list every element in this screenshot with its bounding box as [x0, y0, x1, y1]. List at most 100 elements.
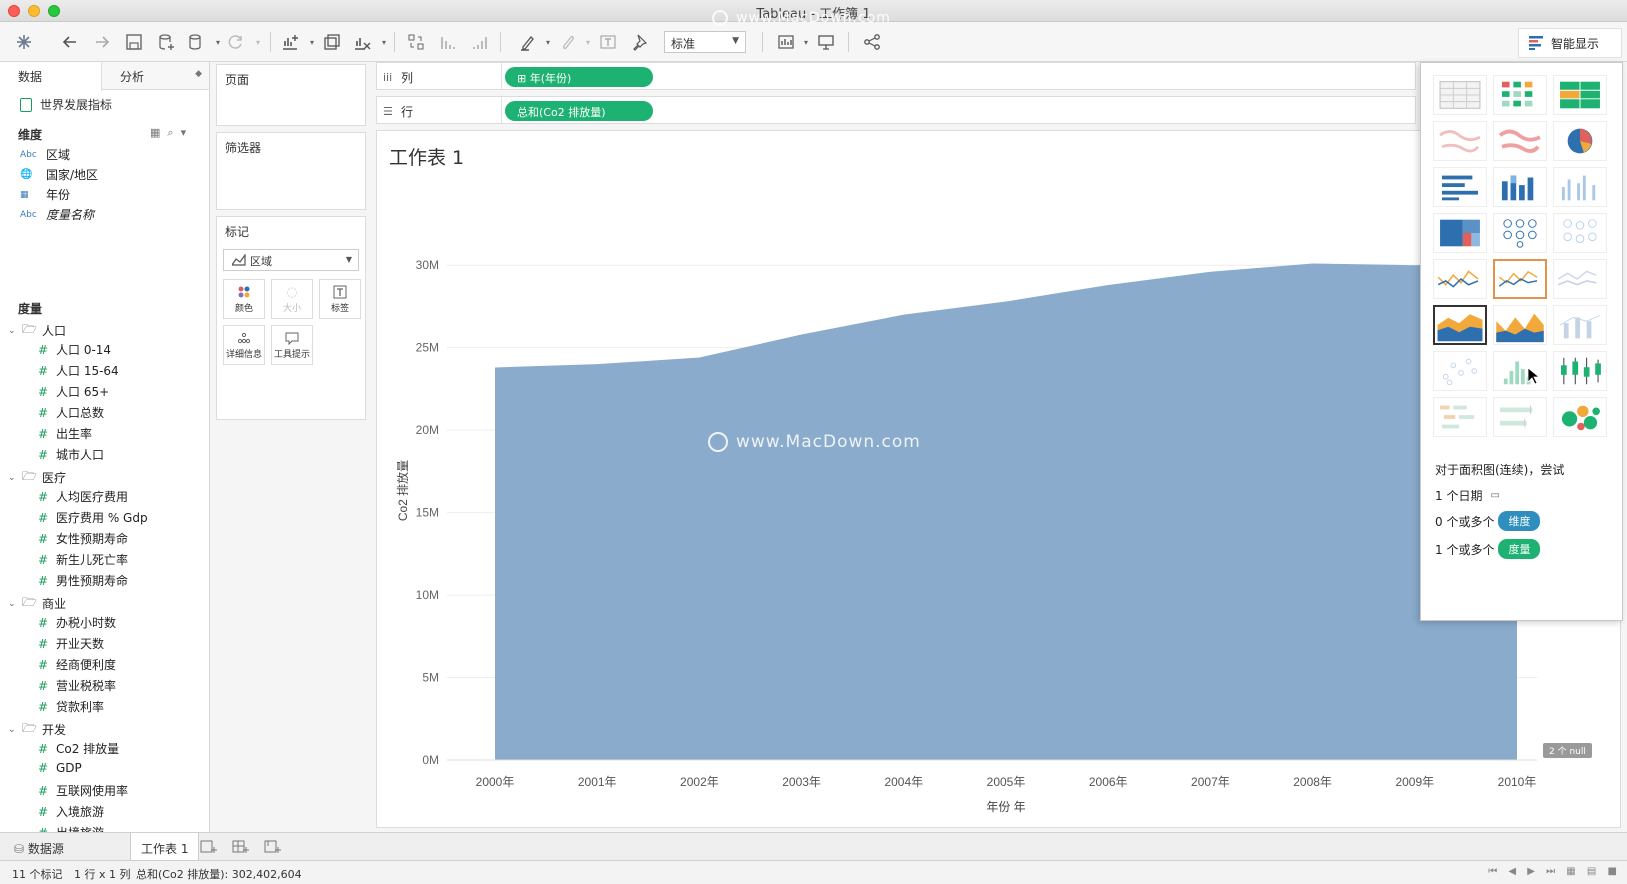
measure-field[interactable]: # 女性预期寿命	[38, 530, 128, 547]
measure-field[interactable]: # 医疗费用 % Gdp	[38, 509, 148, 526]
color-button[interactable]: 颜色	[223, 279, 265, 319]
tab-data[interactable]: 数据	[0, 62, 102, 91]
save-icon[interactable]	[122, 30, 146, 54]
refresh-icon[interactable]	[224, 30, 248, 54]
chevron-updown-icon[interactable]: ◆	[195, 69, 202, 79]
tableau-logo-icon[interactable]	[12, 30, 36, 54]
line-discrete-thumb-icon[interactable]	[1433, 259, 1487, 299]
box-whisker-thumb-icon[interactable]	[1553, 351, 1607, 391]
area-discrete-thumb-icon[interactable]	[1493, 305, 1547, 345]
measure-field[interactable]: # 开业天数	[38, 635, 104, 652]
size-button[interactable]: ◌ 大小	[271, 279, 313, 319]
dimension-field[interactable]: Abc 度量名称	[20, 206, 94, 223]
measure-field[interactable]: # 人均医疗费用	[38, 488, 128, 505]
line-continuous-thumb-icon[interactable]	[1493, 259, 1547, 299]
chevron-down-icon[interactable]: ⌄	[8, 473, 22, 483]
text-table-thumb-icon[interactable]	[1433, 75, 1487, 115]
pages-card[interactable]: 页面	[216, 64, 366, 126]
new-datasource-icon[interactable]	[154, 30, 178, 54]
duplicate-sheet-icon[interactable]	[320, 30, 344, 54]
dimension-field[interactable]: ▦ 年份	[20, 186, 70, 203]
measure-field[interactable]: # 人口 15-64	[38, 362, 119, 379]
dimension-field[interactable]: Abc 区域	[20, 146, 70, 163]
null-indicator[interactable]: 2 个 null	[1543, 743, 1592, 758]
highlight-table-thumb-icon[interactable]	[1553, 75, 1607, 115]
view-mode-select[interactable]: 标准 ▼	[664, 31, 746, 53]
chevron-down-icon[interactable]: ▾	[372, 30, 396, 54]
tab-worksheet-1[interactable]: 工作表 1	[130, 833, 200, 861]
sort-ascending-icon[interactable]	[436, 30, 460, 54]
chevron-down-icon[interactable]: ⌄	[8, 326, 22, 336]
presentation-mode-icon[interactable]	[814, 30, 838, 54]
tab-analysis[interactable]: 分析	[102, 62, 209, 90]
new-worksheet-icon[interactable]	[278, 30, 302, 54]
datasource-item[interactable]: 世界发展指标	[20, 96, 112, 113]
tooltip-button[interactable]: 工具提示	[271, 325, 313, 365]
bullet-graph-thumb-icon[interactable]	[1493, 397, 1547, 437]
filters-card[interactable]: 筛选器	[216, 132, 366, 210]
smart-display-button[interactable]: 智能显示	[1518, 28, 1622, 58]
measure-folder[interactable]: ⌄ 🗁 商业	[8, 593, 66, 614]
stacked-bar-thumb-icon[interactable]	[1493, 167, 1547, 207]
new-dashboard-icon[interactable]	[232, 839, 250, 855]
new-story-icon[interactable]	[264, 839, 282, 855]
measure-folder[interactable]: ⌄ 🗁 开发	[8, 719, 66, 740]
dual-combination-thumb-icon[interactable]	[1553, 305, 1607, 345]
pin-axes-icon[interactable]	[628, 30, 652, 54]
measure-field[interactable]: # 出生率	[38, 425, 92, 442]
horizontal-bar-thumb-icon[interactable]	[1433, 167, 1487, 207]
chevron-down-icon[interactable]: ▾	[246, 30, 270, 54]
measure-field[interactable]: # 互联网使用率	[38, 782, 128, 799]
packed-bubbles-thumb-icon[interactable]	[1553, 397, 1607, 437]
columns-pill[interactable]: ⊞ 年(年份)	[505, 67, 653, 87]
mark-type-select[interactable]: 区域 ▼	[223, 249, 359, 271]
gantt-thumb-icon[interactable]	[1433, 397, 1487, 437]
chevron-down-icon[interactable]: ⌄	[8, 725, 22, 735]
pause-update-icon[interactable]	[184, 30, 208, 54]
rows-shelf[interactable]: ☰ 行 总和(Co2 排放量)	[376, 96, 1416, 124]
share-icon[interactable]	[860, 30, 884, 54]
measure-field[interactable]: # 经商便利度	[38, 656, 116, 673]
area-series[interactable]	[495, 261, 1517, 760]
list-view-icon[interactable]: ▦	[150, 126, 160, 139]
chevron-down-icon[interactable]: ⌄	[8, 599, 22, 609]
heat-map-thumb-icon[interactable]	[1493, 75, 1547, 115]
undo-icon[interactable]	[58, 30, 82, 54]
sort-descending-icon[interactable]	[468, 30, 492, 54]
area-continuous-thumb-icon[interactable]	[1433, 305, 1487, 345]
search-icon[interactable]: ⌕	[167, 126, 173, 139]
treemap-thumb-icon[interactable]	[1433, 213, 1487, 253]
measure-field[interactable]: # 人口 65+	[38, 383, 109, 400]
measure-field[interactable]: # Co2 排放量	[38, 740, 119, 757]
navigation-controls[interactable]: ⏮ ◀ ▶ ⏭ ▦ ▤ ■	[1488, 866, 1621, 877]
measure-field[interactable]: #出境旅游	[38, 824, 104, 833]
filled-map-thumb-icon[interactable]	[1493, 121, 1547, 161]
measure-folder[interactable]: ⌄ 🗁 人口	[8, 320, 66, 341]
clear-sheet-icon[interactable]	[350, 30, 374, 54]
measure-field[interactable]: # 人口总数	[38, 404, 104, 421]
side-by-side-circle-thumb-icon[interactable]	[1553, 213, 1607, 253]
rows-pill[interactable]: 总和(Co2 排放量)	[505, 101, 653, 121]
measure-field[interactable]: # 新生儿死亡率	[38, 551, 128, 568]
dimension-field[interactable]: 🌐 国家/地区	[20, 166, 98, 183]
measure-field[interactable]: # 男性预期寿命	[38, 572, 128, 589]
measure-field[interactable]: # 办税小时数	[38, 614, 116, 631]
datasource-tab[interactable]: ⛁ 数据源	[4, 833, 74, 861]
measure-field[interactable]: # 人口 0-14	[38, 341, 111, 358]
redo-icon[interactable]	[90, 30, 114, 54]
measure-field[interactable]: # 城市人口	[38, 446, 104, 463]
circle-view-thumb-icon[interactable]	[1493, 213, 1547, 253]
side-by-side-bar-thumb-icon[interactable]	[1553, 167, 1607, 207]
dual-line-thumb-icon[interactable]	[1553, 259, 1607, 299]
label-button[interactable]: 标签	[319, 279, 361, 319]
scatter-plot-thumb-icon[interactable]	[1433, 351, 1487, 391]
swap-rows-columns-icon[interactable]	[404, 30, 428, 54]
new-worksheet-tab-icon[interactable]	[200, 839, 218, 855]
detail-button[interactable]: 详细信息	[223, 325, 265, 365]
symbol-map-thumb-icon[interactable]	[1433, 121, 1487, 161]
measure-folder[interactable]: ⌄ 🗁 医疗	[8, 467, 66, 488]
show-labels-icon[interactable]	[596, 30, 620, 54]
measure-field[interactable]: # 营业税税率	[38, 677, 116, 694]
measure-field[interactable]: # GDP	[38, 761, 82, 775]
chevron-down-icon[interactable]: ▾	[181, 126, 187, 139]
